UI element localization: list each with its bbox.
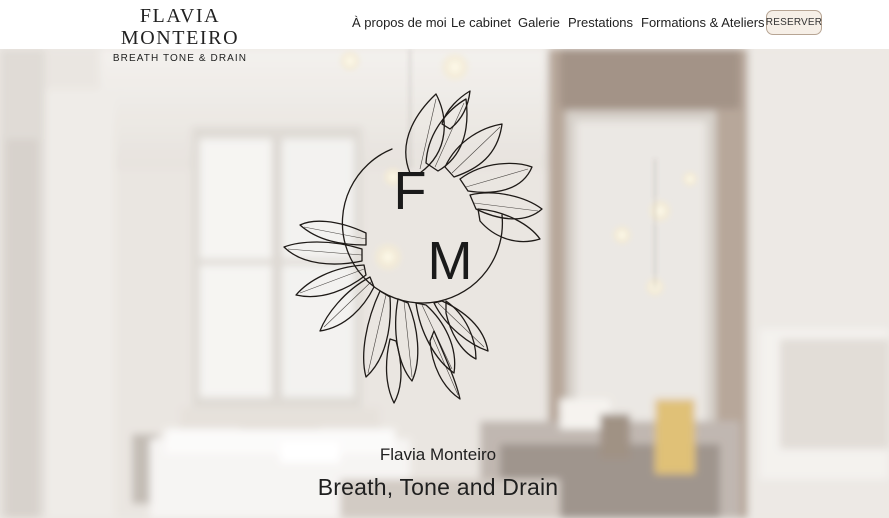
brand-logo[interactable]: FLAVIA MONTEIRO BREATH TONE & DRAIN bbox=[82, 5, 278, 65]
nav-item-prestations[interactable]: Prestations bbox=[568, 15, 633, 30]
main-nav: À propos de moi Le cabinet Galerie Prest… bbox=[0, 15, 889, 35]
nav-item-formations-ateliers[interactable]: Formations & Ateliers bbox=[641, 15, 765, 30]
nav-item-galerie[interactable]: Galerie bbox=[518, 15, 560, 30]
hero-section: F M Flavia Monteiro Breath, Tone and Dra… bbox=[0, 49, 889, 518]
reserve-button[interactable]: RESERVER bbox=[766, 10, 822, 35]
sunflower-logo-icon: F M bbox=[283, 90, 543, 404]
hero-name: Flavia Monteiro bbox=[379, 445, 497, 464]
logo-letter-f: F bbox=[394, 161, 427, 221]
hero-tagline: Breath, Tone and Drain bbox=[317, 474, 559, 500]
logo-letter-m: M bbox=[428, 231, 473, 291]
nav-item-le-cabinet[interactable]: Le cabinet bbox=[451, 15, 511, 30]
brand-tagline: BREATH TONE & DRAIN bbox=[112, 53, 248, 64]
site-header: FLAVIA MONTEIRO BREATH TONE & DRAIN À pr… bbox=[0, 0, 889, 64]
nav-item-a-propos[interactable]: À propos de moi bbox=[352, 15, 447, 30]
